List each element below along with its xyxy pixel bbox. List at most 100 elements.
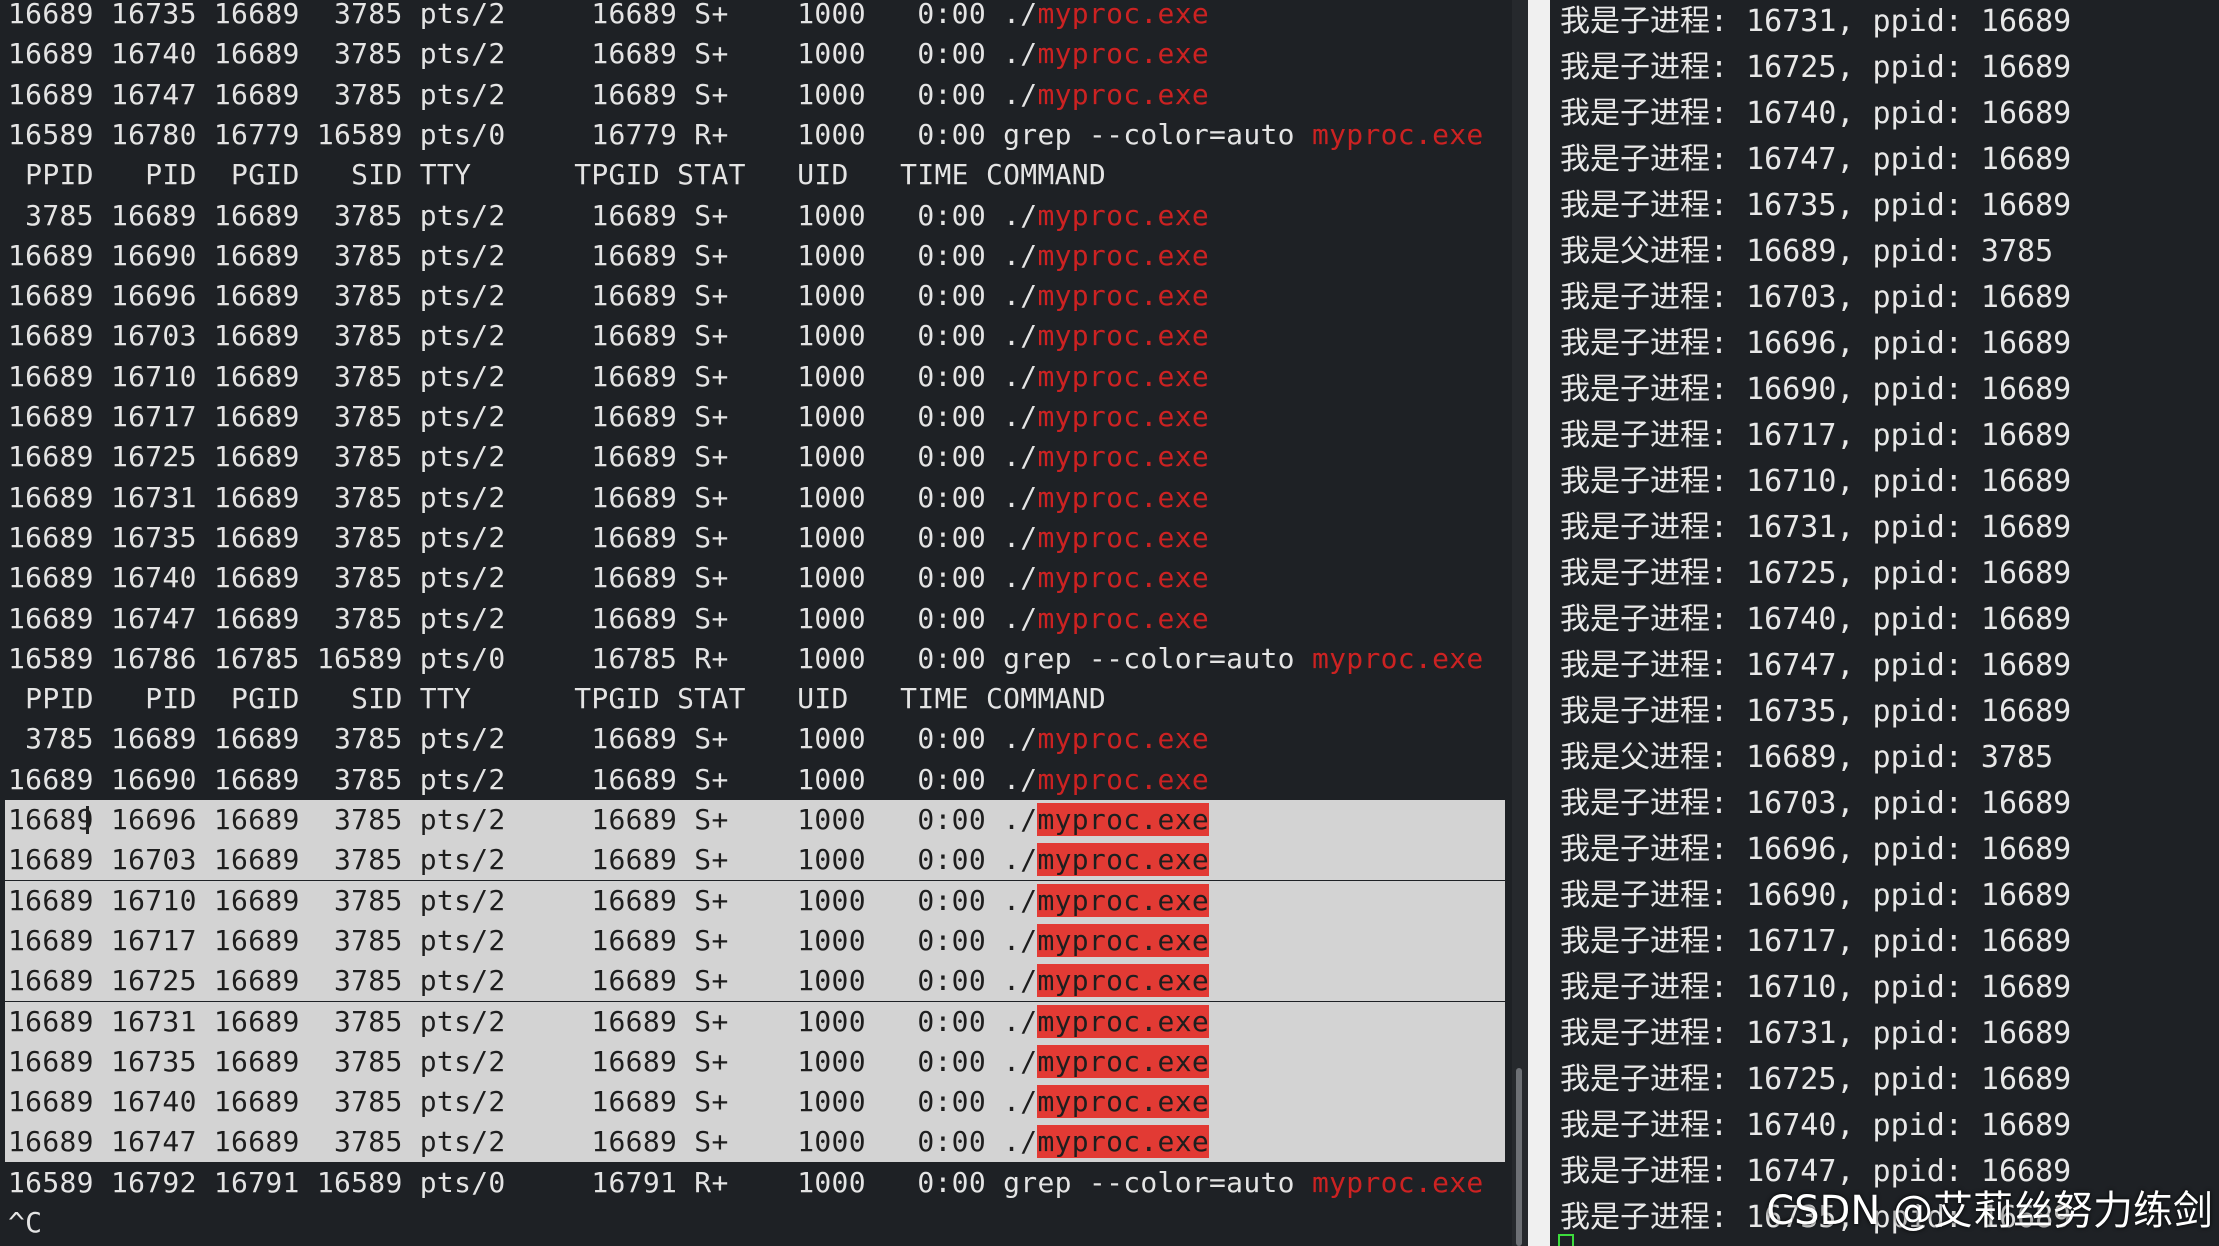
terminal-line: 16589 16792 16791 16589 pts/0 16791 R+ 1… (8, 1163, 1484, 1203)
grep-match-highlight: myproc.exe (1037, 359, 1210, 393)
terminal-line: 16689 16690 16689 3785 pts/2 16689 S+ 10… (8, 236, 1209, 276)
pane-divider[interactable] (1528, 0, 1550, 1246)
output-line: 我是子进程: 16703, ppid: 16689 (1560, 280, 2072, 315)
line-text: 16689 16725 16689 3785 pts/2 16689 S+ 10… (8, 964, 1038, 998)
terminal-line: 3785 16689 16689 3785 pts/2 16689 S+ 100… (8, 719, 1209, 759)
grep-match-highlight: myproc.exe (1311, 1165, 1484, 1199)
line-text: 16589 16792 16791 16589 pts/0 16791 R+ 1… (8, 1165, 1312, 1199)
grep-match-highlight: myproc.exe (1037, 1044, 1210, 1078)
grep-match-highlight: myproc.exe (1037, 762, 1210, 796)
output-line: 我是子进程: 16725, ppid: 16689 (1560, 556, 2072, 591)
output-line: 我是子进程: 16731, ppid: 16689 (1560, 510, 2072, 545)
terminal-line: 16689 16740 16689 3785 pts/2 16689 S+ 10… (8, 34, 1209, 74)
output-line: 我是子进程: 16703, ppid: 16689 (1560, 786, 2072, 821)
grep-match-highlight: myproc.exe (1037, 883, 1210, 917)
watermark: CSDN @艾莉丝努力练剑 (1766, 1188, 2213, 1234)
terminal-line: 16689 16717 16689 3785 pts/2 16689 S+ 10… (4, 920, 1506, 961)
terminal-line: 16689 16731 16689 3785 pts/2 16689 S+ 10… (8, 478, 1209, 518)
grep-match-highlight: myproc.exe (1311, 641, 1484, 675)
line-text: 16689 16690 16689 3785 pts/2 16689 S+ 10… (8, 238, 1038, 272)
line-text: ^C (8, 1206, 43, 1239)
output-line: 我是子进程: 16735, ppid: 16689 (1560, 188, 2072, 223)
line-text: 16689 16731 16689 3785 pts/2 16689 S+ 10… (8, 480, 1038, 514)
line-text: 3785 16689 16689 3785 pts/2 16689 S+ 100… (8, 198, 1038, 232)
line-text: 16689 16735 16689 3785 pts/2 16689 S+ 10… (8, 0, 1038, 30)
terminal-line: 16689 16703 16689 3785 pts/2 16689 S+ 10… (8, 316, 1209, 356)
grep-match-highlight: myproc.exe (1037, 37, 1210, 71)
terminal-line: 16689 16710 16689 3785 pts/2 16689 S+ 10… (4, 880, 1506, 921)
terminal-line: 16589 16786 16785 16589 pts/0 16785 R+ 1… (8, 639, 1484, 679)
grep-match-highlight: myproc.exe (1037, 520, 1210, 554)
terminal-line: 16689 16735 16689 3785 pts/2 16689 S+ 10… (8, 0, 1209, 34)
line-text: 16689 16710 16689 3785 pts/2 16689 S+ 10… (8, 359, 1038, 393)
line-text: 16589 16780 16779 16589 pts/0 16779 R+ 1… (8, 117, 1312, 151)
output-line: 我是子进程: 16696, ppid: 16689 (1560, 326, 2072, 361)
output-line: 我是子进程: 16717, ppid: 16689 (1560, 418, 2072, 453)
line-text: 16689 16690 16689 3785 pts/2 16689 S+ 10… (8, 762, 1038, 796)
grep-match-highlight: myproc.exe (1037, 722, 1210, 756)
terminal-line: PPID PID PGID SID TTY TPGID STAT UID TIM… (8, 679, 1106, 719)
line-text: 16689 16735 16689 3785 pts/2 16689 S+ 10… (8, 1044, 1038, 1078)
output-line: 我是子进程: 16710, ppid: 16689 (1560, 464, 2072, 499)
right-terminal[interactable]: 我是子进程: 16731, ppid: 16689 我是子进程: 16725, p… (1550, 0, 2219, 1246)
line-text: 16689 16696 16689 3785 pts/2 16689 S+ 10… (8, 279, 1038, 313)
terminal-line: 16689 16731 16689 3785 pts/2 16689 S+ 10… (4, 1001, 1506, 1042)
terminal-line: 16689 16747 16689 3785 pts/2 16689 S+ 10… (8, 599, 1209, 639)
line-text: 16689 16710 16689 3785 pts/2 16689 S+ 10… (8, 883, 1038, 917)
output-line: 我是父进程: 16689, ppid: 3785 (1560, 234, 2054, 269)
line-text: PPID PID PGID SID TTY TPGID STAT UID TIM… (8, 158, 1107, 192)
terminal-line: 16689 16735 16689 3785 pts/2 16689 S+ 10… (8, 518, 1209, 558)
grep-match-highlight: myproc.exe (1037, 198, 1210, 232)
line-text: 16689 16747 16689 3785 pts/2 16689 S+ 10… (8, 601, 1038, 635)
grep-match-highlight: myproc.exe (1037, 319, 1210, 353)
line-text: 16689 16740 16689 3785 pts/2 16689 S+ 10… (8, 37, 1038, 71)
terminal-line: 16689 16710 16689 3785 pts/2 16689 S+ 10… (8, 357, 1209, 397)
line-text: 16689 16717 16689 3785 pts/2 16689 S+ 10… (8, 923, 1038, 957)
left-terminal-scrollbar[interactable] (1512, 0, 1528, 1246)
terminal-line: 16689 16740 16689 3785 pts/2 16689 S+ 10… (8, 558, 1209, 598)
line-text: 16689 16740 16689 3785 pts/2 16689 S+ 10… (8, 1085, 1038, 1119)
output-line: 我是子进程: 16747, ppid: 16689 (1560, 142, 2072, 177)
line-text: 16689 16747 16689 3785 pts/2 16689 S+ 10… (8, 1125, 1038, 1159)
grep-match-highlight: myproc.exe (1037, 923, 1210, 957)
terminal-line: 3785 16689 16689 3785 pts/2 16689 S+ 100… (8, 196, 1209, 236)
grep-match-highlight: myproc.exe (1037, 77, 1210, 111)
terminal-line: ^C (8, 1203, 42, 1243)
terminal-line: 16689 16735 16689 3785 pts/2 16689 S+ 10… (4, 1041, 1506, 1082)
line-text: 16689 16717 16689 3785 pts/2 16689 S+ 10… (8, 400, 1038, 433)
output-line: 我是子进程: 16740, ppid: 16689 (1560, 96, 2072, 131)
scrollbar-thumb[interactable] (1516, 1068, 1522, 1246)
output-line: 我是子进程: 16725, ppid: 16689 (1560, 50, 2072, 85)
terminal-line: 16689 16690 16689 3785 pts/2 16689 S+ 10… (8, 760, 1209, 800)
output-line: 我是子进程: 16690, ppid: 16689 (1560, 878, 2072, 913)
terminal-line: 16689 16747 16689 3785 pts/2 16689 S+ 10… (4, 1122, 1506, 1163)
line-text: 16689 16731 16689 3785 pts/2 16689 S+ 10… (8, 1004, 1038, 1038)
grep-match-highlight: myproc.exe (1037, 1085, 1210, 1119)
grep-match-highlight: myproc.exe (1037, 843, 1210, 877)
output-line: 我是子进程: 16731, ppid: 16689 (1560, 4, 2072, 39)
output-line: 我是子进程: 16690, ppid: 16689 (1560, 372, 2072, 407)
grep-match-highlight: myproc.exe (1037, 1125, 1210, 1159)
terminal-line: 16589 16780 16779 16589 pts/0 16779 R+ 1… (8, 115, 1484, 155)
terminal-line: 16689 16696 16689 3785 pts/2 16689 S+ 10… (8, 276, 1209, 316)
terminal-line: 16689 16725 16689 3785 pts/2 16689 S+ 10… (4, 961, 1506, 1002)
output-line: 我是子进程: 16735, ppid: 16689 (1560, 694, 2072, 729)
grep-match-highlight: myproc.exe (1037, 480, 1210, 514)
text-cursor-icon (86, 806, 89, 834)
output-line: 我是子进程: 16710, ppid: 16689 (1560, 970, 2072, 1005)
grep-match-highlight: myproc.exe (1037, 279, 1210, 313)
output-line: 我是子进程: 16740, ppid: 16689 (1560, 602, 2072, 637)
left-terminal[interactable]: 16689 16735 16689 3785 pts/2 16689 S+ 10… (0, 0, 1508, 1246)
line-text: 16689 16703 16689 3785 pts/2 16689 S+ 10… (8, 843, 1038, 877)
output-line: 我是子进程: 16717, ppid: 16689 (1560, 924, 2072, 959)
output-line: 我是子进程: 16731, ppid: 16689 (1560, 1016, 2072, 1051)
line-text: 16689 16703 16689 3785 pts/2 16689 S+ 10… (8, 319, 1038, 353)
grep-match-highlight: myproc.exe (1037, 561, 1210, 595)
output-line: 我是子进程: 16725, ppid: 16689 (1560, 1062, 2072, 1097)
output-line: 我是子进程: 16740, ppid: 16689 (1560, 1108, 2072, 1143)
grep-match-highlight: myproc.exe (1037, 964, 1210, 998)
grep-match-highlight: myproc.exe (1037, 0, 1210, 30)
grep-match-highlight: myproc.exe (1037, 1004, 1210, 1038)
terminal-line: 16689 16740 16689 3785 pts/2 16689 S+ 10… (4, 1082, 1506, 1123)
terminal-line: 16689 16747 16689 3785 pts/2 16689 S+ 10… (8, 75, 1209, 115)
